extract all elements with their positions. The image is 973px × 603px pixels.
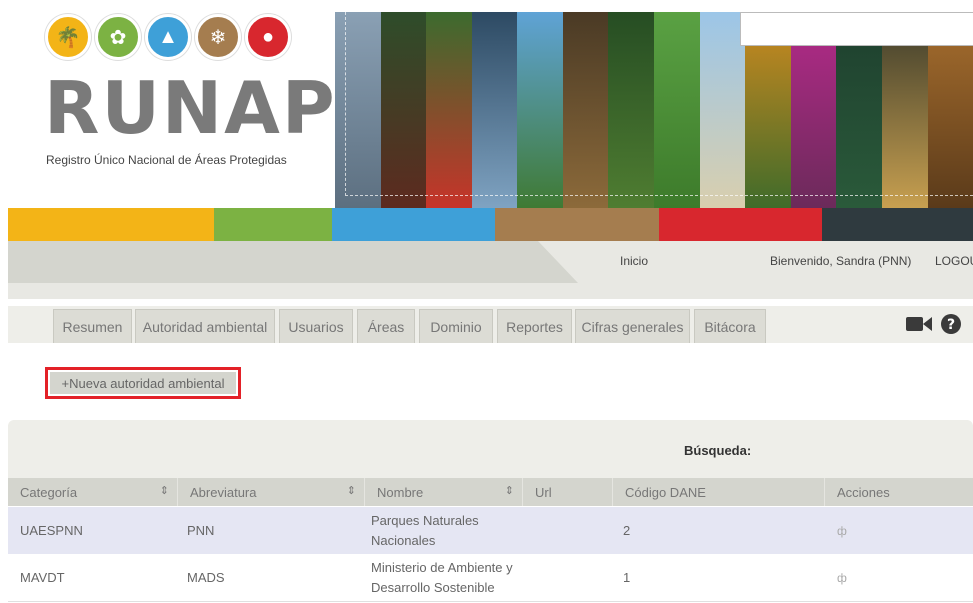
grass-icon: ❄	[195, 14, 241, 60]
logo-wordmark: RUNAP	[44, 66, 337, 150]
table-row[interactable]: UAESPNN PNN Parques Naturales Nacionales…	[8, 507, 973, 554]
logout-link[interactable]: LOGOUT	[935, 254, 973, 268]
user-bar-lower	[8, 283, 973, 299]
banner-strip	[335, 12, 381, 208]
logo-subtitle: Registro Único Nacional de Áreas Protegi…	[46, 153, 287, 167]
banner-strip	[654, 12, 700, 208]
cell-abreviatura: PNN	[187, 522, 215, 538]
welcome-text: Bienvenido, Sandra (PNN)	[770, 254, 912, 268]
banner-strip	[517, 12, 563, 208]
help-icon[interactable]: ?	[938, 312, 964, 336]
column-label: Acciones	[837, 484, 890, 500]
palm-tree-icon: 🌴	[45, 14, 91, 60]
banner-strip	[471, 12, 518, 208]
tab-areas[interactable]: Áreas	[357, 309, 415, 343]
table-toolbar: Búsqueda:	[8, 420, 973, 478]
runap-logo[interactable]: 🌴 ✿ ▲ ❄ ● RUNAP Registro Único Nacional …	[40, 14, 335, 184]
sort-icon: ⇕	[159, 485, 169, 497]
tab-resumen[interactable]: Resumen	[53, 309, 132, 343]
color-bar-red	[659, 208, 822, 241]
banner-strip	[562, 12, 609, 208]
sort-icon: ⇕	[346, 485, 356, 497]
column-header-abreviatura[interactable]: Abreviatura ⇕	[178, 478, 365, 506]
cell-categoria: MAVDT	[20, 570, 65, 585]
table-row[interactable]: MAVDT MADS Ministerio de Ambiente y Desa…	[8, 555, 973, 602]
search-label: Búsqueda:	[684, 443, 752, 458]
new-authority-button[interactable]: +Nueva autoridad ambiental	[50, 372, 236, 394]
logo-circles: 🌴 ✿ ▲ ❄ ●	[45, 14, 291, 64]
column-header-nombre[interactable]: Nombre ⇕	[365, 478, 523, 506]
banner-strip	[608, 12, 655, 208]
bear-icon: ●	[245, 14, 291, 60]
color-bar-brown	[495, 208, 659, 241]
column-header-url[interactable]: Url	[523, 478, 613, 506]
user-bar: Inicio Bienvenido, Sandra (PNN) LOGOUT	[8, 241, 973, 283]
column-header-categoria[interactable]: Categoría ⇕	[8, 478, 178, 506]
video-camera-icon[interactable]	[906, 312, 932, 336]
home-link[interactable]: Inicio	[620, 254, 648, 268]
column-label: Nombre	[377, 484, 424, 500]
tab-dominio[interactable]: Dominio	[419, 309, 493, 343]
tab-bitacora[interactable]: Bitácora	[694, 309, 766, 343]
color-bar-green	[214, 208, 332, 241]
edit-action-icon[interactable]: ф	[837, 555, 847, 601]
banner-strip	[426, 12, 472, 208]
cell-abreviatura: MADS	[187, 570, 225, 585]
new-authority-button-highlight: +Nueva autoridad ambiental	[45, 367, 241, 399]
column-header-codigo-dane[interactable]: Código DANE	[613, 478, 825, 506]
cell-nombre: Ministerio de Ambiente y Desarrollo Sost…	[371, 560, 513, 595]
main-tabs: Resumen Autoridad ambiental Usuarios Áre…	[8, 306, 973, 343]
mountain-icon: ▲	[145, 14, 191, 60]
banner-strip	[699, 12, 746, 208]
cell-codigo-dane: 2	[623, 522, 631, 538]
tab-cifras-generales[interactable]: Cifras generales	[575, 309, 690, 343]
tab-autoridad-ambiental[interactable]: Autoridad ambiental	[135, 309, 275, 343]
column-label: Url	[535, 484, 552, 500]
column-label: Abreviatura	[190, 484, 257, 500]
table-header: Categoría ⇕ Abreviatura ⇕ Nombre ⇕ Url C…	[8, 478, 973, 506]
sort-icon: ⇕	[504, 485, 514, 497]
color-bar-dark	[822, 208, 973, 241]
leaf-icon: ✿	[95, 14, 141, 60]
banner-strip	[380, 12, 427, 208]
tab-reportes[interactable]: Reportes	[497, 309, 572, 343]
color-bar-yellow	[8, 208, 214, 241]
edit-action-icon[interactable]: ф	[837, 507, 847, 554]
color-bar-blue	[332, 208, 495, 241]
cell-nombre: Parques Naturales Nacionales	[371, 512, 479, 548]
cell-categoria: UAESPNN	[20, 522, 83, 538]
search-input[interactable]	[740, 12, 973, 46]
cell-codigo-dane: 1	[623, 570, 631, 585]
tab-usuarios[interactable]: Usuarios	[279, 309, 353, 343]
column-header-acciones: Acciones	[825, 478, 973, 506]
svg-text:?: ?	[947, 317, 955, 333]
column-label: Código DANE	[625, 484, 706, 500]
color-bar	[8, 208, 973, 241]
column-label: Categoría	[20, 484, 78, 500]
